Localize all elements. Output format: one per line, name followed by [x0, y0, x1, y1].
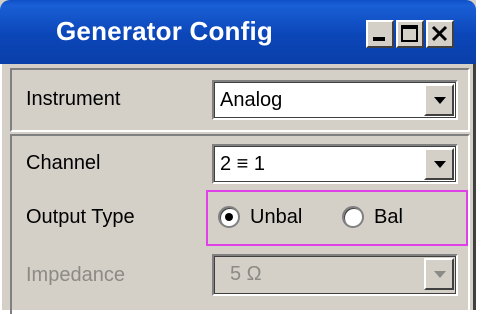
title-bar[interactable]: Generator Config	[0, 0, 476, 64]
impedance-value: 5 Ω	[230, 263, 262, 285]
maximize-icon	[401, 25, 418, 42]
generator-config-window: Generator Config Instrument Analog Chann…	[0, 0, 476, 314]
channel-label: Channel	[26, 152, 101, 174]
instrument-select[interactable]: Analog	[212, 80, 458, 120]
chevron-down-icon	[434, 161, 446, 168]
window-title: Generator Config	[56, 16, 273, 46]
instrument-value: Analog	[220, 89, 283, 111]
radio-selected-dot	[225, 213, 233, 221]
radio-unbal-label[interactable]: Unbal	[250, 206, 302, 229]
impedance-select: 5 Ω	[212, 254, 458, 296]
channel-group: Channel 2 ≡ 1 Output Type Unbal Bal Impe…	[10, 134, 470, 314]
instrument-label: Instrument	[26, 88, 121, 110]
instrument-group: Instrument Analog	[10, 68, 470, 132]
output-type-label: Output Type	[26, 206, 135, 228]
impedance-label: Impedance	[26, 264, 125, 286]
radio-unbal[interactable]	[218, 206, 240, 228]
radio-bal-label[interactable]: Bal	[374, 206, 403, 229]
chevron-down-icon	[434, 271, 446, 278]
impedance-dropdown-button	[424, 258, 454, 290]
close-button[interactable]	[426, 20, 454, 48]
minimize-button[interactable]	[366, 20, 394, 48]
minimize-icon	[373, 37, 385, 41]
config-panel: Instrument Analog Channel 2 ≡ 1 Output T…	[0, 64, 476, 314]
close-icon	[431, 25, 448, 42]
radio-bal[interactable]	[342, 206, 364, 228]
output-type-radio-group: Unbal Bal	[206, 190, 468, 246]
maximize-button[interactable]	[396, 20, 424, 48]
channel-value: 2 ≡ 1	[220, 153, 266, 175]
chevron-down-icon	[434, 97, 446, 104]
channel-select[interactable]: 2 ≡ 1	[212, 144, 458, 184]
instrument-dropdown-button[interactable]	[424, 84, 454, 116]
channel-dropdown-button[interactable]	[424, 148, 454, 180]
